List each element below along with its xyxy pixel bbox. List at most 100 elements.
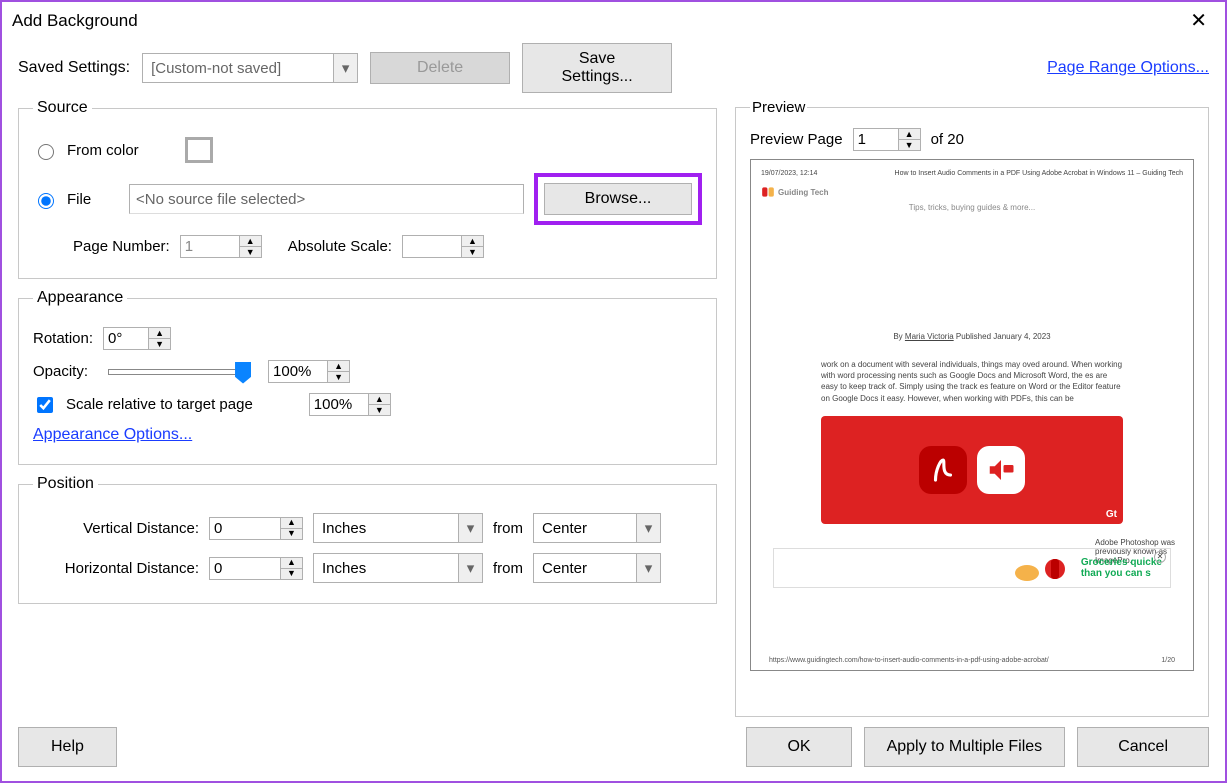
spinner-down-icon[interactable]: ▼ — [328, 371, 349, 382]
cancel-button[interactable]: Cancel — [1077, 727, 1209, 767]
scale-relative-spinner[interactable]: ▲▼ — [309, 393, 391, 416]
saved-settings-dropdown[interactable]: [Custom-not saved] ▾ — [142, 53, 358, 83]
source-legend: Source — [33, 99, 92, 117]
horizontal-anchor-dropdown[interactable]: Center ▾ — [533, 553, 661, 583]
chevron-down-icon: ▾ — [333, 54, 357, 82]
preview-page-spinner[interactable]: ▲▼ — [853, 128, 921, 151]
gt-logo-icon — [761, 185, 775, 199]
preview-page-input[interactable] — [854, 129, 898, 150]
horizontal-distance-input[interactable] — [210, 558, 280, 579]
scale-relative-label: Scale relative to target page — [66, 396, 253, 413]
horizontal-unit-dropdown[interactable]: Inches ▾ — [313, 553, 483, 583]
slider-thumb-icon[interactable] — [235, 362, 251, 384]
doc-hero-image: Gt — [821, 416, 1123, 524]
chevron-down-icon: ▾ — [458, 514, 482, 542]
ok-button[interactable]: OK — [746, 727, 851, 767]
spinner-up-icon[interactable]: ▲ — [369, 394, 390, 404]
spinner-up-icon[interactable]: ▲ — [281, 558, 302, 568]
save-settings-button[interactable]: Save Settings... — [522, 43, 672, 93]
spinner-down-icon[interactable]: ▼ — [281, 568, 302, 579]
dialog-title: Add Background — [12, 11, 138, 31]
doc-ad-strip: Groceries quicke than you can s ✕ — [773, 548, 1171, 588]
vertical-distance-label: Vertical Distance: — [63, 520, 199, 537]
opacity-slider[interactable] — [108, 369, 248, 375]
spinner-down-icon[interactable]: ▼ — [369, 404, 390, 415]
doc-date: 19/07/2023, 12:14 — [761, 170, 817, 177]
from-label-2: from — [493, 560, 523, 577]
source-group: Source From color File <No source file s… — [18, 99, 717, 279]
appearance-legend: Appearance — [33, 289, 127, 307]
spinner-down-icon[interactable]: ▼ — [281, 528, 302, 539]
page-number-label: Page Number: — [73, 238, 170, 255]
scale-relative-checkbox[interactable] — [37, 397, 53, 413]
horizontal-unit-value: Inches — [314, 558, 458, 579]
browse-button[interactable]: Browse... — [544, 183, 692, 215]
audio-comment-icon — [977, 446, 1025, 494]
preview-of-label: of 20 — [931, 131, 964, 148]
delete-button[interactable]: Delete — [370, 52, 510, 84]
opacity-spinner[interactable]: ▲▼ — [268, 360, 350, 383]
position-group: Position Vertical Distance: ▲▼ Inches ▾ … — [18, 475, 717, 604]
doc-body-text: work on a document with several individu… — [761, 359, 1183, 404]
vertical-unit-dropdown[interactable]: Inches ▾ — [313, 513, 483, 543]
absolute-scale-input[interactable] — [403, 236, 461, 257]
color-swatch[interactable] — [185, 137, 213, 163]
scale-relative-input[interactable] — [310, 394, 368, 415]
vertical-anchor-dropdown[interactable]: Center ▾ — [533, 513, 661, 543]
apply-multiple-button[interactable]: Apply to Multiple Files — [864, 727, 1066, 767]
preview-page-thumbnail: 19/07/2023, 12:14 How to Insert Audio Co… — [750, 159, 1194, 671]
vertical-unit-value: Inches — [314, 518, 458, 539]
vertical-distance-spinner[interactable]: ▲▼ — [209, 517, 303, 540]
file-path-display: <No source file selected> — [129, 184, 524, 214]
doc-tagline: Tips, tricks, buying guides & more... — [761, 203, 1183, 212]
spinner-down-icon[interactable]: ▼ — [240, 246, 261, 257]
horizontal-anchor-value: Center — [534, 558, 636, 579]
file-radio[interactable] — [38, 193, 54, 209]
opacity-input[interactable] — [269, 361, 327, 382]
help-button[interactable]: Help — [18, 727, 117, 767]
close-icon[interactable]: ✕ — [1182, 8, 1215, 33]
page-number-spinner[interactable]: ▲▼ — [180, 235, 262, 258]
spinner-down-icon[interactable]: ▼ — [899, 139, 920, 150]
doc-footer-page: 1/20 — [1161, 657, 1175, 664]
saved-settings-value: [Custom-not saved] — [143, 58, 333, 79]
absolute-scale-spinner[interactable]: ▲▼ — [402, 235, 484, 258]
doc-heading: How to Insert Audio Comments in a PDF Us… — [895, 170, 1183, 177]
spinner-down-icon[interactable]: ▼ — [149, 338, 170, 349]
page-number-input[interactable] — [181, 236, 239, 257]
vertical-anchor-value: Center — [534, 518, 636, 539]
spinner-up-icon[interactable]: ▲ — [462, 236, 483, 246]
rotation-spinner[interactable]: ▲▼ — [103, 327, 171, 350]
from-color-label: From color — [67, 142, 139, 159]
page-range-options-link[interactable]: Page Range Options... — [1047, 59, 1209, 77]
spinner-up-icon[interactable]: ▲ — [149, 328, 170, 338]
chevron-down-icon: ▾ — [458, 554, 482, 582]
rotation-input[interactable] — [104, 328, 148, 349]
doc-brand-logo: Guiding Tech — [761, 185, 1183, 199]
rotation-label: Rotation: — [33, 330, 93, 347]
appearance-group: Appearance Rotation: ▲▼ Opacity: ▲▼ — [18, 289, 717, 465]
preview-group: Preview Preview Page ▲▼ of 20 19/07/2023… — [735, 99, 1209, 717]
doc-footer-url: https://www.guidingtech.com/how-to-inser… — [769, 657, 1049, 664]
horizontal-distance-spinner[interactable]: ▲▼ — [209, 557, 303, 580]
vertical-distance-input[interactable] — [210, 518, 280, 539]
acrobat-icon — [919, 446, 967, 494]
ad-graphic-icon — [1013, 553, 1073, 583]
opacity-label: Opacity: — [33, 363, 88, 380]
horizontal-distance-label: Horizontal Distance: — [63, 560, 199, 577]
file-label: File — [67, 191, 119, 208]
spinner-up-icon[interactable]: ▲ — [328, 361, 349, 371]
ad-close-icon: ✕ — [1154, 551, 1166, 563]
from-color-radio[interactable] — [38, 144, 54, 160]
spinner-up-icon[interactable]: ▲ — [899, 129, 920, 139]
saved-settings-label: Saved Settings: — [18, 59, 130, 77]
spinner-up-icon[interactable]: ▲ — [240, 236, 261, 246]
spinner-up-icon[interactable]: ▲ — [281, 518, 302, 528]
doc-byline: By Maria Victoria Published January 4, 2… — [761, 332, 1183, 341]
appearance-options-link[interactable]: Appearance Options... — [33, 426, 192, 444]
from-label-1: from — [493, 520, 523, 537]
chevron-down-icon: ▾ — [636, 514, 660, 542]
absolute-scale-label: Absolute Scale: — [288, 238, 392, 255]
spinner-down-icon[interactable]: ▼ — [462, 246, 483, 257]
position-legend: Position — [33, 475, 98, 493]
